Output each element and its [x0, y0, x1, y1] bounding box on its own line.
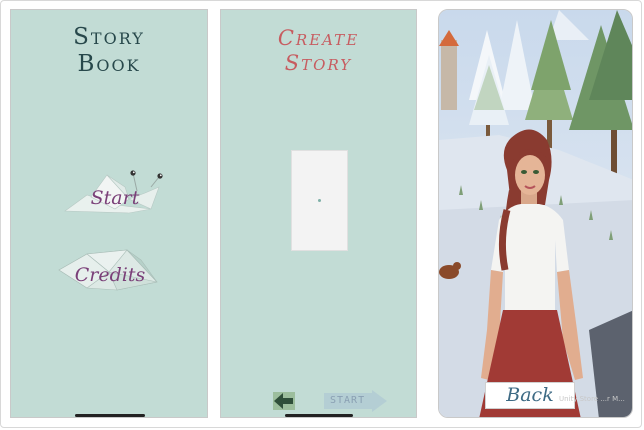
title-line-2: Book — [77, 51, 141, 77]
story-scene-screen: Back Unity Store ...r M... — [438, 9, 633, 418]
back-button-label: Back — [506, 384, 554, 406]
start-button[interactable]: Start — [59, 165, 171, 217]
credits-button[interactable]: Credits — [57, 246, 163, 294]
title-line-1: Create — [277, 26, 360, 50]
create-story-title: Create Story — [221, 26, 416, 76]
story-book-screen: Story Book Start Credits — [10, 9, 208, 418]
start-arrow-label: START — [330, 395, 366, 406]
create-story-screen: Create Story START — [220, 9, 417, 418]
story-card-placeholder[interactable] — [291, 150, 348, 251]
start-button-label: Start — [90, 187, 140, 209]
title-line-2: Story — [284, 51, 353, 75]
arrow-left-icon — [273, 392, 295, 410]
back-arrow-button[interactable] — [272, 390, 296, 412]
snowy-forest-scene — [439, 10, 632, 417]
home-indicator — [75, 414, 145, 417]
start-arrow-button[interactable]: START — [324, 390, 388, 412]
story-book-title: Story Book — [11, 24, 207, 78]
title-line-1: Story — [73, 24, 145, 50]
card-center-dot — [318, 199, 321, 202]
home-indicator — [285, 414, 353, 417]
credits-button-label: Credits — [74, 264, 146, 286]
watermark-text: Unity Store ...r M... — [559, 395, 625, 403]
